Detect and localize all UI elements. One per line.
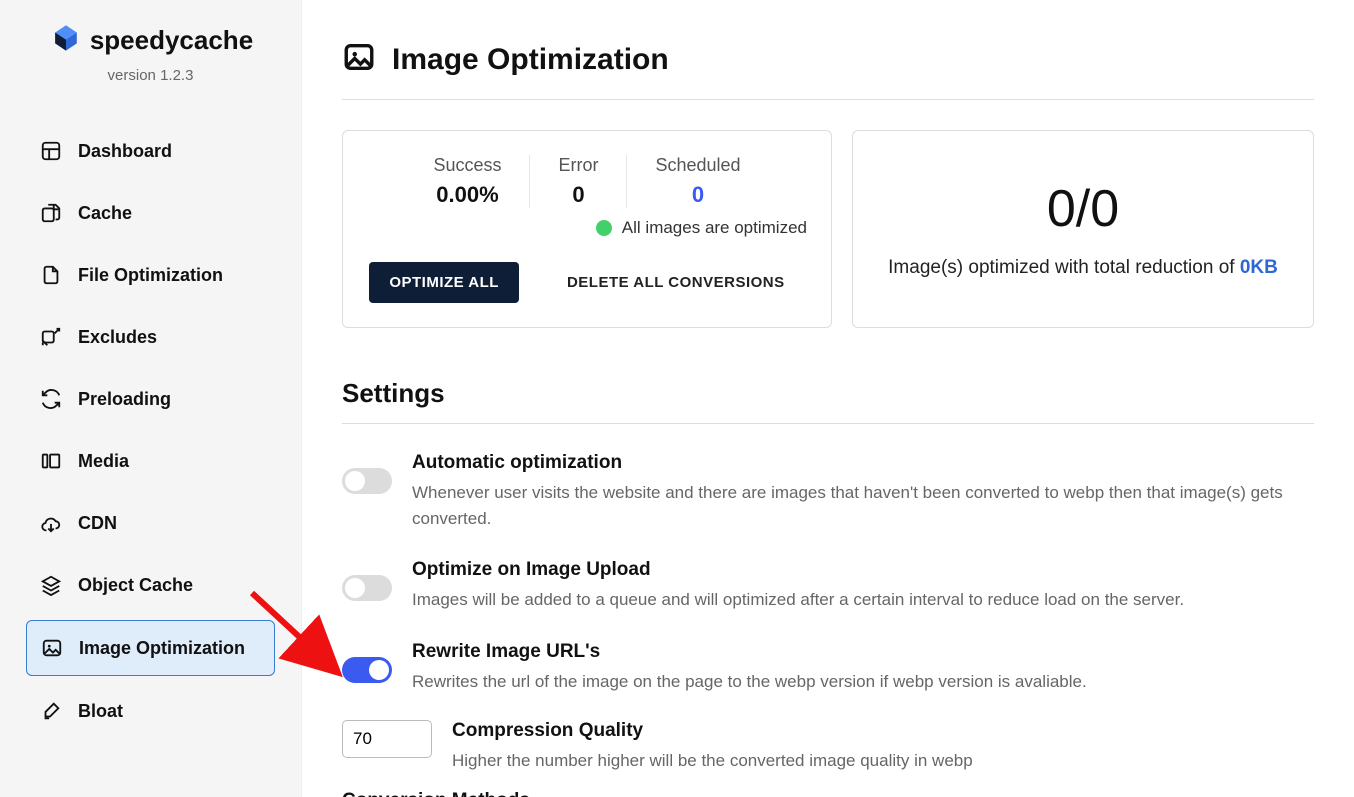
- metric-success: Success 0.00%: [405, 155, 529, 208]
- sidebar-nav: Dashboard Cache File Optimization Exclud…: [0, 124, 301, 738]
- status-text: All images are optimized: [622, 218, 807, 238]
- toggle-rewrite-url[interactable]: [342, 657, 392, 683]
- sidebar-item-cache[interactable]: Cache: [26, 186, 275, 240]
- sidebar-item-excludes[interactable]: Excludes: [26, 310, 275, 364]
- brand: speedycache version 1.2.3: [0, 20, 301, 84]
- stats-card-left: Success 0.00% Error 0 Scheduled 0 All im…: [342, 130, 832, 328]
- optimize-all-button[interactable]: OPTIMIZE ALL: [369, 262, 519, 303]
- status-line: All images are optimized: [363, 218, 811, 238]
- sidebar-item-label: Dashboard: [78, 141, 172, 162]
- setting-desc: Whenever user visits the website and the…: [412, 480, 1314, 531]
- metric-label: Error: [558, 155, 598, 176]
- metric-error: Error 0: [529, 155, 626, 208]
- image-icon: [342, 40, 376, 79]
- toggle-optimize-on-upload[interactable]: [342, 575, 392, 601]
- file-icon: [40, 264, 62, 286]
- metrics: Success 0.00% Error 0 Scheduled 0: [363, 155, 811, 208]
- media-icon: [40, 450, 62, 472]
- sidebar-item-dashboard[interactable]: Dashboard: [26, 124, 275, 178]
- sidebar-item-label: Media: [78, 451, 129, 472]
- setting-desc: Higher the number higher will be the con…: [452, 748, 973, 774]
- sidebar-item-label: Excludes: [78, 327, 157, 348]
- sidebar-item-label: Bloat: [78, 701, 123, 722]
- setting-row-rewrite-url: Rewrite Image URL's Rewrites the url of …: [342, 641, 1314, 695]
- setting-text: Automatic optimization Whenever user vis…: [412, 452, 1314, 531]
- metric-label: Scheduled: [655, 155, 740, 176]
- sidebar-item-label: Object Cache: [78, 575, 193, 596]
- optimized-fraction: 0/0: [873, 179, 1293, 239]
- status-dot-icon: [596, 220, 612, 236]
- sidebar-item-object-cache[interactable]: Object Cache: [26, 558, 275, 612]
- sidebar-item-label: Cache: [78, 203, 132, 224]
- exclude-icon: [40, 326, 62, 348]
- button-row: OPTIMIZE ALL DELETE ALL CONVERSIONS: [363, 262, 811, 303]
- setting-desc: Images will be added to a queue and will…: [412, 587, 1184, 613]
- main-content: Image Optimization Success 0.00% Error 0…: [302, 0, 1354, 797]
- setting-desc: Rewrites the url of the image on the pag…: [412, 669, 1087, 695]
- layers-icon: [40, 574, 62, 596]
- stats-row: Success 0.00% Error 0 Scheduled 0 All im…: [342, 130, 1314, 328]
- image-icon: [41, 637, 63, 659]
- conversion-methods-heading: Conversion Methods: [342, 790, 1334, 797]
- toggle-automatic-optimization[interactable]: [342, 468, 392, 494]
- setting-title: Compression Quality: [452, 720, 973, 742]
- page-title-row: Image Optimization: [342, 40, 1314, 100]
- sidebar-item-image-optimization[interactable]: Image Optimization: [26, 620, 275, 676]
- settings-heading: Settings: [342, 378, 1314, 424]
- sidebar-item-label: Preloading: [78, 389, 171, 410]
- logo-icon: [48, 20, 84, 61]
- sidebar-item-label: CDN: [78, 513, 117, 534]
- brush-icon: [40, 700, 62, 722]
- sidebar-item-cdn[interactable]: CDN: [26, 496, 275, 550]
- sidebar-item-bloat[interactable]: Bloat: [26, 684, 275, 738]
- refresh-icon: [40, 388, 62, 410]
- reduction-value: 0KB: [1240, 257, 1278, 278]
- reduction-prefix: Image(s) optimized with total reduction …: [888, 257, 1240, 278]
- copy-icon: [40, 202, 62, 224]
- metric-value: 0.00%: [433, 182, 501, 208]
- stats-card-right: 0/0 Image(s) optimized with total reduct…: [852, 130, 1314, 328]
- reduction-line: Image(s) optimized with total reduction …: [873, 257, 1293, 279]
- setting-title: Automatic optimization: [412, 452, 1314, 474]
- setting-row-automatic-optimization: Automatic optimization Whenever user vis…: [342, 452, 1314, 531]
- setting-title: Optimize on Image Upload: [412, 559, 1184, 581]
- sidebar-item-preloading[interactable]: Preloading: [26, 372, 275, 426]
- setting-row-optimize-on-upload: Optimize on Image Upload Images will be …: [342, 559, 1314, 613]
- setting-row-compression-quality: Compression Quality Higher the number hi…: [342, 720, 1314, 774]
- setting-text: Rewrite Image URL's Rewrites the url of …: [412, 641, 1087, 695]
- metric-scheduled: Scheduled 0: [626, 155, 768, 208]
- cloud-icon: [40, 512, 62, 534]
- delete-all-conversions-button[interactable]: DELETE ALL CONVERSIONS: [547, 262, 805, 303]
- metric-value: 0: [655, 182, 740, 208]
- brand-version: version 1.2.3: [0, 67, 301, 84]
- setting-text: Optimize on Image Upload Images will be …: [412, 559, 1184, 613]
- brand-name: speedycache: [90, 25, 253, 56]
- setting-title: Rewrite Image URL's: [412, 641, 1087, 663]
- sidebar-item-label: Image Optimization: [79, 638, 245, 659]
- dashboard-icon: [40, 140, 62, 162]
- metric-label: Success: [433, 155, 501, 176]
- compression-quality-input[interactable]: [342, 720, 432, 758]
- sidebar-item-media[interactable]: Media: [26, 434, 275, 488]
- sidebar-item-label: File Optimization: [78, 265, 223, 286]
- sidebar: speedycache version 1.2.3 Dashboard Cach…: [0, 0, 302, 797]
- metric-value: 0: [558, 182, 598, 208]
- page-title: Image Optimization: [392, 43, 669, 77]
- sidebar-item-file-optimization[interactable]: File Optimization: [26, 248, 275, 302]
- setting-text: Compression Quality Higher the number hi…: [452, 720, 973, 774]
